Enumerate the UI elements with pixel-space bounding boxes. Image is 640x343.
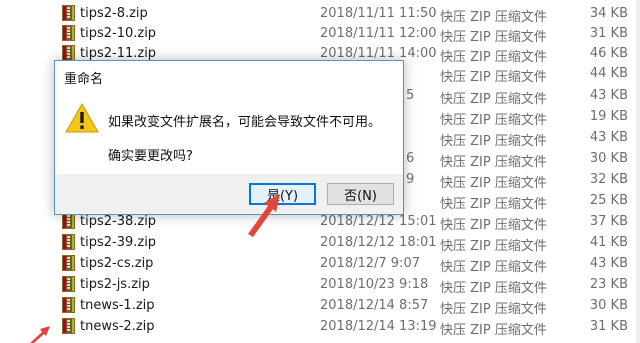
file-date: 2018/12/14 13:19 [320,319,437,334]
file-type: 快压 ZIP 压缩文件 [440,134,547,149]
rename-dialog: 重命名 如果改变文件扩展名，可能会导致文件不可用。 确实要更改吗? 是(Y) 否… [54,60,404,215]
file-size: 30 KB [589,298,628,313]
file-size: 34 KB [589,6,628,21]
file-size: 43 KB [589,130,628,145]
file-size: 41 KB [589,235,628,250]
file-date: 5 [406,88,415,103]
file-size: 19 KB [589,109,628,124]
zip-file-icon [62,234,75,250]
file-name: tips2-11.zip [80,46,157,61]
file-type: 快压 ZIP 压缩文件 [440,92,547,107]
no-button[interactable]: 否(N) [327,183,394,205]
file-name: tnews-1.zip [80,298,155,313]
zip-file-icon [62,5,75,21]
file-date: 2018/12/14 8:57 [320,298,429,313]
zip-file-icon [62,255,75,271]
file-date: 2018/10/23 9:18 [320,277,429,292]
file-type: 快压 ZIP 压缩文件 [440,260,547,275]
file-name: tips2-38.zip [80,214,157,229]
file-type: 快压 ZIP 压缩文件 [440,218,547,233]
dialog-confirm-question: 确实要更改吗? [108,149,193,164]
file-size: 25 KB [589,193,628,208]
file-type: 快压 ZIP 压缩文件 [440,197,547,212]
zip-file-icon [62,297,75,313]
file-size: 43 KB [589,256,628,271]
file-row[interactable]: tips2-8.zip 2018/11/11 11:50 快压 ZIP 压缩文件… [0,3,640,25]
file-name: tips2-39.zip [80,235,157,250]
zip-file-icon [62,45,75,61]
file-date: 2018/11/11 12:00 [320,26,437,41]
warning-icon [65,103,99,133]
file-row[interactable]: tips2-10.zip 2018/11/11 12:00 快压 ZIP 压缩文… [0,23,640,45]
file-type: 快压 ZIP 压缩文件 [440,176,547,191]
file-date: 2018/12/12 15:01 [320,214,437,229]
file-size: 44 KB [589,66,628,81]
file-date: 2018/11/11 14:00 [320,46,437,61]
file-date: 9 [406,172,415,187]
file-row[interactable]: tips2-cs.zip 2018/12/7 9:07 快压 ZIP 压缩文件 … [0,253,640,275]
file-size: 37 KB [589,214,628,229]
file-name: tips2-8.zip [80,6,148,21]
file-row[interactable]: tnews-1.zip 2018/12/14 8:57 快压 ZIP 压缩文件 … [0,295,640,317]
file-name: tips2-10.zip [80,26,157,41]
file-size: 31 KB [589,319,628,334]
file-type: 快压 ZIP 压缩文件 [440,113,547,128]
file-date: 2018/12/7 9:07 [320,256,420,271]
file-size: 30 KB [589,151,628,166]
file-type: 快压 ZIP 压缩文件 [440,155,547,170]
file-type: 快压 ZIP 压缩文件 [440,70,547,85]
file-size: 31 KB [589,26,628,41]
file-size: 23 KB [589,277,628,292]
file-date: 6 [406,151,415,166]
file-type: 快压 ZIP 压缩文件 [440,302,547,317]
file-row[interactable]: tips2-39.zip 2018/12/12 18:01 快压 ZIP 压缩文… [0,232,640,254]
dialog-titlebar[interactable]: 重命名 [55,61,403,91]
file-date: 2018/12/12 18:01 [320,235,437,250]
file-type: 快压 ZIP 压缩文件 [440,281,547,296]
file-type: 快压 ZIP 压缩文件 [440,239,547,254]
file-name: tnews-2.zip [80,319,155,334]
zip-file-icon [62,213,75,229]
zip-file-icon [62,318,75,334]
file-name: tips2-cs.zip [80,256,154,271]
file-size: 32 KB [589,172,628,187]
file-type: 快压 ZIP 压缩文件 [440,323,547,338]
dialog-title: 重命名 [64,72,104,87]
dialog-message: 如果改变文件扩展名，可能会导致文件不可用。 [108,115,382,130]
dialog-footer: 是(Y) 否(N) [55,174,403,214]
red-arrow-fragment [30,326,50,343]
file-date: 2018/11/11 11:50 [320,6,437,21]
scrollbar-edge[interactable] [636,0,640,343]
file-name: tips2-js.zip [80,277,150,292]
zip-file-icon [62,276,75,292]
zip-file-icon [62,25,75,41]
file-size: 43 KB [589,88,628,103]
file-row[interactable]: tips2-js.zip 2018/10/23 9:18 快压 ZIP 压缩文件… [0,274,640,296]
red-arrow-annotation [248,194,280,237]
file-row[interactable]: tnews-2.zip 2018/12/14 13:19 快压 ZIP 压缩文件… [0,316,640,338]
file-size: 46 KB [589,46,628,61]
